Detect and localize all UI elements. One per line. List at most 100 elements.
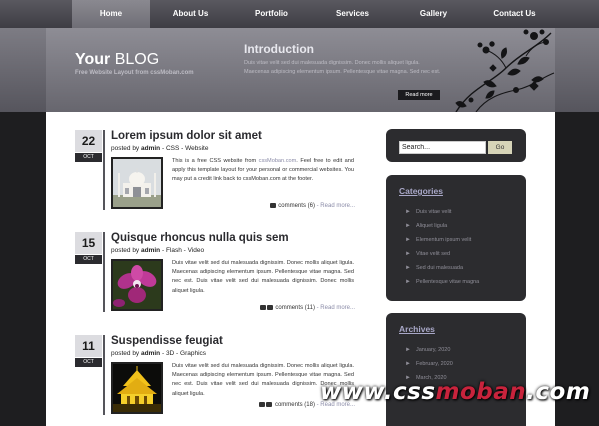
arrow-right-icon: ► — [405, 347, 411, 353]
nav-gallery[interactable]: Gallery — [393, 0, 474, 28]
arrow-right-icon: ► — [405, 209, 411, 215]
post-date-month: OCT — [75, 358, 102, 367]
category-label: Pellentesque vitae magna — [415, 279, 480, 285]
archive-item[interactable]: ► February, 2020 — [405, 357, 453, 371]
nav-bar: Home About Us Portfolio Services Gallery… — [72, 0, 555, 28]
arrow-right-icon: ► — [405, 361, 411, 367]
blog-post: 15 OCT Quisque rhoncus nulla quis sem po… — [75, 232, 355, 322]
comment-icon — [266, 402, 273, 407]
category-item[interactable]: ► Vitae velit sed — [405, 247, 479, 261]
comment-icon — [269, 203, 276, 208]
post-meta-prefix: posted by — [111, 145, 140, 152]
nav-services[interactable]: Services — [312, 0, 393, 28]
categories-box: Categories ► Duis vitae velit ► Aliquet li… — [386, 175, 526, 301]
categories-title[interactable]: Categories — [399, 186, 443, 196]
post-meta: posted by admin - Flash - Video — [111, 247, 204, 254]
arrow-right-icon: ► — [405, 223, 411, 229]
intro-text: Duis vitae velit sed dui malesuada digni… — [244, 60, 441, 75]
category-label: Elementum ipsum velit — [415, 237, 472, 243]
blog-post: 11 OCT Suspendisse feugiat posted by adm… — [75, 335, 355, 425]
post-comments-link[interactable]: comments (11) — [275, 305, 315, 311]
post-read-more-link[interactable]: - Read more... — [317, 305, 355, 311]
logo-light-text: BLOG — [114, 51, 160, 68]
post-date-month: OCT — [75, 255, 102, 264]
category-item[interactable]: ► Elementum ipsum velit — [405, 233, 479, 247]
blog-post: 22 OCT Lorem ipsum dolor sit amet posted… — [75, 130, 355, 220]
nav-contact-us[interactable]: Contact Us — [474, 0, 555, 28]
post-excerpt: Duis vitae velit sed dui malesuada digni… — [172, 260, 354, 294]
post-categories[interactable]: - CSS - Website — [162, 145, 208, 152]
post-divider — [103, 232, 105, 312]
post-date-month: OCT — [75, 153, 102, 162]
comment-icon — [259, 402, 266, 407]
main-nav: Home About Us Portfolio Services Gallery… — [0, 0, 599, 28]
post-comments-link[interactable]: comments (6) — [278, 203, 315, 209]
post-text-part: This is a free CSS website from — [172, 158, 259, 164]
category-item[interactable]: ► Aliquet ligula — [405, 219, 479, 233]
post-thumbnail[interactable] — [111, 157, 163, 209]
post-title[interactable]: Quisque rhoncus nulla quis sem — [111, 232, 289, 244]
post-footer: comments (6) - Read more... — [269, 203, 355, 209]
post-date: 11 OCT — [75, 335, 102, 370]
category-label: Duis vitae velit — [415, 209, 452, 215]
post-date-day: 15 — [75, 232, 102, 254]
post-author[interactable]: admin — [141, 145, 160, 152]
category-label: Vitae velit sed — [415, 251, 451, 257]
category-item[interactable]: ► Sed dui malesuada — [405, 261, 479, 275]
nav-about-us[interactable]: About Us — [150, 0, 231, 28]
post-divider — [103, 130, 105, 210]
post-author[interactable]: admin — [141, 247, 160, 254]
search-input[interactable] — [399, 141, 486, 154]
post-inline-link[interactable]: cssMoban.com — [259, 158, 297, 164]
post-comments-link[interactable]: comments (18) — [275, 402, 315, 408]
watermark-pre: www.css — [320, 379, 436, 405]
category-label: Sed dui malesuada — [415, 265, 464, 271]
site-logo[interactable]: Your BLOG — [75, 51, 159, 69]
categories-list: ► Duis vitae velit ► Aliquet ligula ► Eleme… — [405, 205, 479, 289]
logo-bold-text: Your — [75, 51, 111, 68]
post-meta-prefix: posted by — [111, 350, 140, 357]
cssmoban-watermark: www.cssmoban.com — [320, 379, 590, 405]
site-tagline: Free Website Layout from cssMoban.com — [75, 70, 194, 76]
intro-read-more-button[interactable]: Read more — [398, 90, 440, 100]
post-categories[interactable]: - 3D - Graphics — [162, 350, 206, 357]
archive-item[interactable]: ► January, 2020 — [405, 343, 453, 357]
post-title[interactable]: Suspendisse feugiat — [111, 335, 223, 347]
post-date: 15 OCT — [75, 232, 102, 267]
post-thumbnail[interactable] — [111, 362, 163, 414]
archives-title[interactable]: Archives — [399, 324, 435, 334]
category-item[interactable]: ► Duis vitae velit — [405, 205, 479, 219]
archive-label: February, 2020 — [415, 361, 453, 367]
post-read-more-link[interactable]: - Read more... — [317, 203, 355, 209]
post-date-day: 22 — [75, 130, 102, 152]
arrow-right-icon: ► — [405, 251, 411, 257]
post-title[interactable]: Lorem ipsum dolor sit amet — [111, 130, 262, 142]
arrow-right-icon: ► — [405, 279, 411, 285]
floral-ornament-icon — [455, 29, 555, 112]
watermark-mid: moban — [435, 379, 527, 405]
arrow-right-icon: ► — [405, 265, 411, 271]
nav-portfolio[interactable]: Portfolio — [231, 0, 312, 28]
nav-home[interactable]: Home — [72, 0, 150, 28]
archives-box: Archives ► January, 2020 ► February, 2020 … — [386, 313, 526, 426]
header-panel: Your BLOG Free Website Layout from cssMo… — [46, 28, 555, 112]
temple-image — [113, 364, 161, 412]
post-excerpt: This is a free CSS website from cssMoban… — [172, 157, 354, 185]
intro-title: Introduction — [244, 42, 314, 56]
archive-label: January, 2020 — [415, 347, 451, 353]
category-label: Aliquet ligula — [415, 223, 448, 229]
post-author[interactable]: admin — [141, 350, 160, 357]
post-categories[interactable]: - Flash - Video — [162, 247, 204, 254]
post-meta-prefix: posted by — [111, 247, 140, 254]
search-go-button[interactable]: Go — [488, 141, 512, 154]
post-date: 22 OCT — [75, 130, 102, 165]
taj-mahal-image — [113, 159, 161, 207]
category-item[interactable]: ► Pellentesque vitae magna — [405, 275, 479, 289]
arrow-right-icon: ► — [405, 237, 411, 243]
search-box: Go — [386, 129, 526, 162]
post-footer: comments (11) - Read more... — [259, 305, 355, 311]
post-meta: posted by admin - CSS - Website — [111, 145, 208, 152]
post-thumbnail[interactable] — [111, 259, 163, 311]
comment-icon — [266, 305, 273, 310]
post-meta: posted by admin - 3D - Graphics — [111, 350, 206, 357]
